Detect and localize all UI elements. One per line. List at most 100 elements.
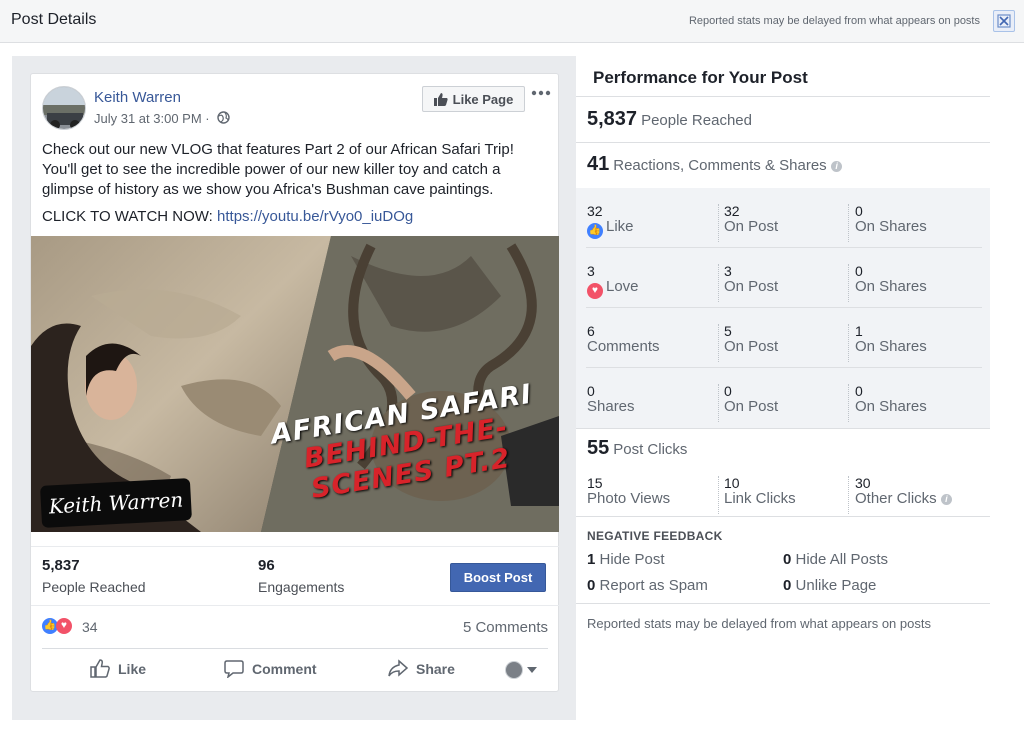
spam-label: Report as Spam [599,577,708,594]
like-on-post-number: 32 [724,203,740,219]
boost-post-button[interactable]: Boost Post [450,563,546,592]
comments-total: 6 Comments [587,323,660,355]
shares-total-number: 0 [587,383,595,399]
info-icon[interactable]: i [831,161,843,172]
comments-on-shares-number: 1 [855,323,863,339]
post-clicks-label: Post Clicks [613,441,688,458]
hide-post-stat: 1 Hide Post [587,551,665,568]
like-on-post: 32 On Post [724,203,778,235]
post-card: Keith Warren July 31 at 3:00 PM · Like P… [30,73,559,692]
page-avatar-icon [505,661,523,679]
link-clicks-label: Link Clicks [724,490,796,507]
comments-on-post: 5 On Post [724,323,778,355]
close-icon [997,14,1011,28]
unlike-page-stat: 0 Unlike Page [783,577,876,594]
author-name[interactable]: Keith Warren [94,89,181,106]
post-date[interactable]: July 31 at 3:00 PM · [94,111,210,126]
row-divider [586,367,982,368]
link-clicks-stat: 10 Link Clicks [724,475,796,507]
negative-feedback-title: NEGATIVE FEEDBACK [587,529,723,543]
share-action-button[interactable]: Share [388,659,455,678]
hide-all-label: Hide All Posts [795,551,889,568]
like-action-label: Like [118,660,147,677]
love-reaction-icon: ♥ [587,283,603,299]
engagements-number: 96 [258,557,275,574]
rcs-label: Reactions, Comments & Shares [613,157,827,174]
more-options-icon[interactable] [531,84,551,104]
like-on-shares: 0 On Shares [855,203,927,235]
love-total-number: 3 [587,263,595,279]
like-action-button[interactable]: Like [90,659,146,678]
footer-delay-note: Reported stats may be delayed from what … [587,616,931,631]
delay-note: Reported stats may be delayed from what … [688,15,980,27]
column-divider [848,476,849,514]
like-on-post-label: On Post [724,218,779,235]
people-reached-number: 5,837 [587,108,638,130]
signature-text: Keith Warren [48,487,184,519]
love-total: 3 ♥ Love [587,263,639,299]
shares-on-post-number: 0 [724,383,732,399]
love-on-shares: 0 On Shares [855,263,927,295]
author-avatar[interactable] [42,86,86,130]
close-button[interactable] [993,10,1015,32]
info-icon[interactable]: i [940,494,952,505]
love-on-post-number: 3 [724,263,732,279]
divider [576,96,990,97]
hide-all-posts-stat: 0 Hide All Posts [783,551,888,568]
reactions-summary[interactable]: 👍 ♥ 34 5 Comments [42,616,548,640]
other-clicks-stat: 30 Other Clicks i [855,475,952,507]
comment-action-button[interactable]: Comment [224,659,317,678]
report-spam-stat: 0 Report as Spam [587,577,708,594]
photo-views-number: 15 [587,475,603,491]
post-clicks-stat: 55 Post Clicks [587,437,687,460]
column-divider [718,264,719,302]
column-divider [718,476,719,514]
unlike-label: Unlike Page [795,577,877,594]
reaction-count: 34 [82,619,98,635]
column-divider [848,204,849,242]
post-body: Check out our new VLOG that features Par… [42,141,514,198]
share-action-label: Share [416,660,455,677]
like-page-label: Like Page [452,91,514,107]
page-title: Post Details [11,11,97,28]
post-as-selector[interactable] [505,661,537,679]
like-total-number: 32 [587,203,603,219]
post-text: Check out our new VLOG that features Par… [42,140,552,234]
like-total-label: Like [606,218,634,235]
reached-label: People Reached [42,579,146,595]
love-on-shares-label: On Shares [855,278,927,295]
love-on-post: 3 On Post [724,263,778,295]
photo-views-stat: 15 Photo Views [587,475,670,507]
comments-total-label: Comments [587,338,660,355]
people-reached-label: People Reached [641,112,752,129]
like-page-button[interactable]: Like Page [422,86,525,112]
like-total: 32 👍 Like [587,203,634,239]
video-link[interactable]: https://youtu.be/rVyo0_iuDOg [217,208,413,225]
comments-on-post-label: On Post [724,338,779,355]
engagements-label: Engagements [258,579,345,595]
hide-post-label: Hide Post [599,551,665,568]
post-action-bar: Like Comment Share [42,648,548,692]
love-on-shares-number: 0 [855,263,863,279]
love-on-post-label: On Post [724,278,779,295]
reactions-breakdown: 32 👍 Like 32 On Post 0 On Shares 3 ♥ Love … [576,188,990,428]
post-cta: CLICK TO WATCH NOW: https://youtu.be/rVy… [42,207,552,227]
love-total-label: Love [606,278,639,295]
shares-on-post-label: On Post [724,398,779,415]
globe-icon [217,111,230,124]
post-stats-row: 5,837 People Reached 96 Engagements Boos… [31,546,559,606]
love-reaction-icon: ♥ [56,618,72,634]
post-image[interactable]: AFRICAN SAFARI BEHIND-THE-SCENES PT.2 Ke… [31,236,559,532]
people-reached-stat: 5,837 People Reached [587,108,752,131]
hide-post-number: 1 [587,551,596,568]
column-divider [848,324,849,362]
comments-on-shares: 1 On Shares [855,323,927,355]
link-clicks-number: 10 [724,475,740,491]
spam-number: 0 [587,577,596,594]
comments-count-link[interactable]: 5 Comments [463,619,548,636]
column-divider [718,204,719,242]
comment-action-label: Comment [252,660,317,677]
like-icon [90,659,110,678]
hide-all-number: 0 [783,551,792,568]
rcs-number: 41 [587,153,610,175]
